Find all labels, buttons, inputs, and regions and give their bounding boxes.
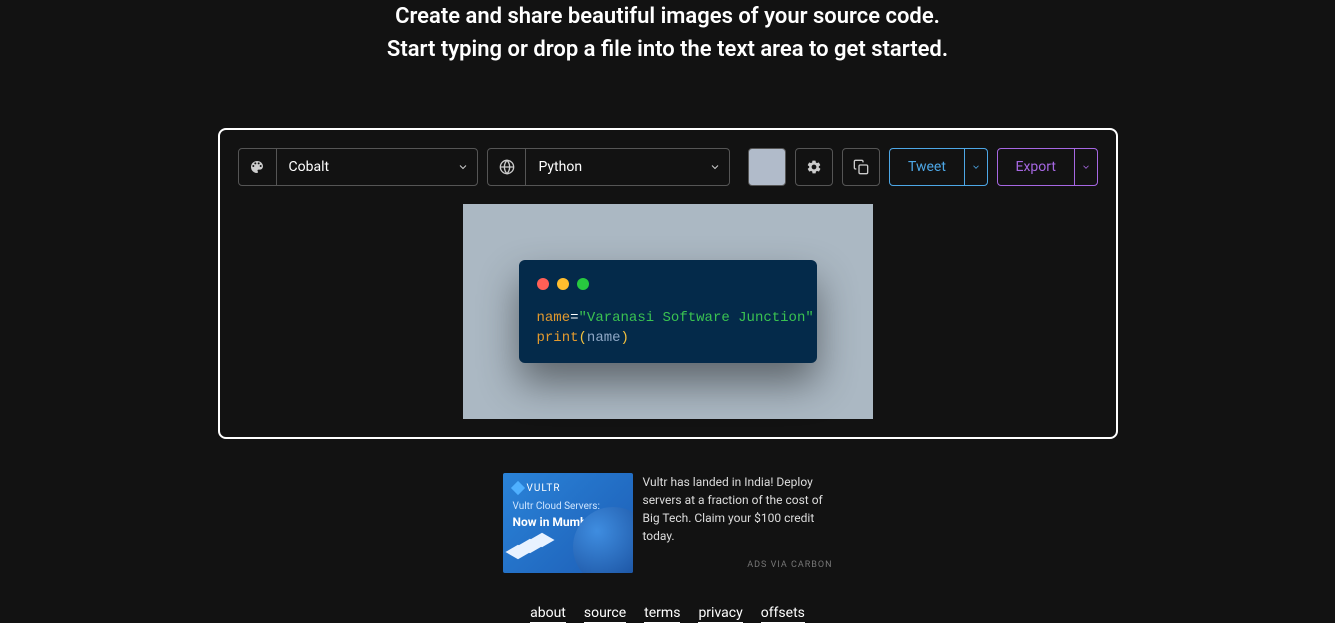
code-token: =: [570, 310, 578, 326]
close-dot-icon: [537, 278, 549, 290]
carbon-ad[interactable]: VULTR Vultr Cloud Servers: Now in Mumbai…: [503, 473, 833, 573]
tweet-button[interactable]: Tweet: [890, 149, 965, 185]
copy-icon: [853, 159, 869, 175]
footer-nav: about source terms privacy offsets: [530, 605, 805, 623]
code-token: (: [579, 330, 587, 346]
export-menu-button[interactable]: [1075, 149, 1097, 185]
ad-copy: Vultr has landed in India! Deploy server…: [643, 475, 823, 543]
window-controls: [537, 278, 799, 290]
language-dropdown[interactable]: Python: [487, 148, 730, 186]
ad-attribution: ADS VIA CARBON: [747, 559, 832, 573]
footer-link-terms[interactable]: terms: [644, 605, 680, 623]
maximize-dot-icon: [577, 278, 589, 290]
ad-subhead: Vultr Cloud Servers:: [513, 501, 600, 512]
tweet-button-group: Tweet: [889, 148, 988, 186]
theme-value: Cobalt: [277, 149, 450, 185]
gear-icon: [806, 159, 822, 175]
settings-button[interactable]: [795, 148, 833, 186]
background-color-swatch[interactable]: [748, 148, 786, 186]
editor-panel: Cobalt Python Twe: [218, 128, 1118, 439]
hero-line-2: Start typing or drop a file into the tex…: [387, 33, 948, 66]
ad-brand: VULTR: [513, 483, 561, 494]
toolbar: Cobalt Python Twe: [238, 148, 1098, 186]
theme-dropdown[interactable]: Cobalt: [238, 148, 479, 186]
code-token: name: [537, 310, 571, 326]
minimize-dot-icon: [557, 278, 569, 290]
palette-icon: [239, 149, 277, 185]
export-button[interactable]: Export: [998, 149, 1075, 185]
language-value: Python: [526, 149, 701, 185]
vultr-logo-icon: [510, 481, 524, 495]
footer-link-privacy[interactable]: privacy: [698, 605, 742, 623]
chevron-down-icon: [1081, 162, 1091, 172]
chevron-down-icon: [701, 149, 729, 185]
hero-text: Create and share beautiful images of you…: [387, 0, 948, 66]
code-token: ): [621, 330, 629, 346]
code-token: "Varanasi Software Junction": [579, 310, 814, 326]
globe-icon: [488, 149, 526, 185]
export-button-group: Export: [997, 148, 1098, 186]
ad-text-block: Vultr has landed in India! Deploy server…: [643, 473, 833, 573]
code-token: name: [587, 330, 621, 346]
ad-image: VULTR Vultr Cloud Servers: Now in Mumbai: [503, 473, 633, 573]
footer-link-about[interactable]: about: [530, 605, 566, 623]
hero-line-1: Create and share beautiful images of you…: [387, 0, 948, 33]
code-token: print: [537, 330, 579, 346]
chevron-down-icon: [449, 149, 477, 185]
server-cubes-icon: [511, 533, 553, 565]
copy-button[interactable]: [842, 148, 880, 186]
code-window[interactable]: name="Varanasi Software Junction" print(…: [519, 260, 817, 363]
tweet-menu-button[interactable]: [965, 149, 987, 185]
preview-area: name="Varanasi Software Junction" print(…: [238, 204, 1098, 419]
chevron-down-icon: [971, 162, 981, 172]
code-content[interactable]: name="Varanasi Software Junction" print(…: [537, 308, 799, 349]
preview-background[interactable]: name="Varanasi Software Junction" print(…: [463, 204, 873, 419]
ad-brand-text: VULTR: [527, 483, 561, 494]
footer-link-source[interactable]: source: [584, 605, 626, 623]
footer-link-offsets[interactable]: offsets: [761, 605, 805, 623]
